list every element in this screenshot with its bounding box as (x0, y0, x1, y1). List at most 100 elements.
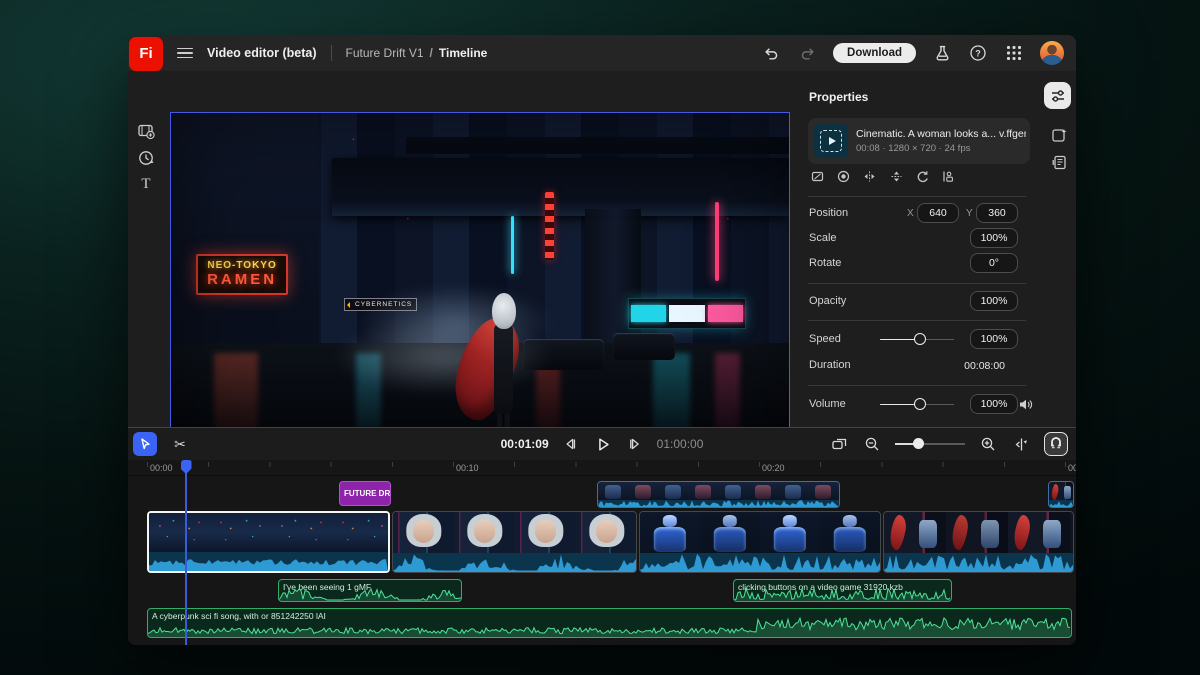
volume-slider-knob[interactable] (914, 398, 926, 410)
help-icon[interactable]: ? (968, 43, 988, 63)
thumbnail-cell (946, 512, 1008, 555)
clip-thumbnails (884, 512, 1073, 555)
step-back-icon[interactable] (561, 434, 581, 454)
waveform (279, 588, 461, 601)
volume-slider[interactable] (880, 394, 954, 414)
zoom-out-icon[interactable] (862, 434, 882, 454)
properties-panel: Properties Cinematic. A woman looks a...… (800, 71, 1038, 427)
video-clip-city[interactable] (147, 511, 390, 573)
thumbnail-cell (778, 482, 808, 502)
ruler-label: 00:20 (762, 463, 785, 473)
zoom-slider-knob[interactable] (913, 438, 924, 449)
speed-slider[interactable] (880, 329, 954, 349)
thumbnail-cell (271, 513, 332, 556)
ruler-ticks (147, 462, 1076, 467)
hamburger-menu-icon[interactable] (177, 48, 193, 59)
speed-slider-knob[interactable] (914, 333, 926, 345)
text-tool-icon[interactable]: T (133, 171, 159, 197)
generative-edit-icon[interactable] (1046, 122, 1072, 148)
flip-horizontal-icon[interactable] (861, 167, 879, 185)
thumbnail-cell (1070, 512, 1073, 555)
playhead[interactable] (185, 460, 187, 645)
breadcrumb-separator: / (430, 46, 433, 60)
position-x-input[interactable]: 640 (917, 203, 959, 223)
thumbnail-cell (149, 513, 210, 556)
y-label: Y (966, 208, 973, 219)
timeline-zoom-slider[interactable] (895, 438, 965, 450)
redo-icon[interactable] (797, 43, 817, 63)
snap-magnet-toggle[interactable] (1044, 432, 1068, 456)
firefly-logo[interactable]: Fi (129, 37, 163, 71)
play-button[interactable] (593, 434, 613, 454)
clip-meta: 00:08 · 1280 × 720 · 24 fps (856, 143, 1026, 154)
volume-input[interactable]: 100% (970, 394, 1018, 414)
scene-vignette (171, 113, 789, 456)
opacity-input[interactable]: 100% (970, 291, 1018, 311)
app-title: Video editor (beta) (207, 46, 317, 60)
beta-flask-icon[interactable] (932, 43, 952, 63)
x-label: X (907, 208, 914, 219)
overlay-video-clip-small[interactable] (1048, 481, 1074, 508)
thumbnail-cell (760, 512, 820, 555)
speed-input[interactable]: 100% (970, 329, 1018, 349)
user-avatar[interactable] (1040, 41, 1064, 65)
rotate-input[interactable]: 0° (970, 253, 1018, 273)
sfx-clip[interactable]: clicking buttons on a video game 31920 k… (733, 579, 952, 602)
thumbnail-cell (393, 512, 454, 555)
rotate-icon[interactable] (914, 167, 932, 185)
apps-grid-icon[interactable] (1004, 43, 1024, 63)
align-layers-icon[interactable] (940, 167, 958, 185)
opacity-label: Opacity (809, 295, 846, 307)
voiceover-clip[interactable]: I've been seeing 1 gMF (278, 579, 462, 602)
select-tool-button[interactable] (133, 432, 157, 456)
duration-value: 00:08:00 (964, 360, 1005, 372)
zoom-in-icon[interactable] (978, 434, 998, 454)
left-tool-rail: T (128, 71, 164, 427)
music-clip[interactable]: A cyberpunk sci fi song, with or 8512422… (147, 608, 1072, 638)
flip-vertical-icon[interactable] (887, 167, 905, 185)
timeline-ruler[interactable]: 00:00 00:10 00:20 00:30 (128, 460, 1076, 476)
undo-icon[interactable] (761, 43, 781, 63)
thumbnail-cell (210, 513, 271, 556)
split-playhead-icon[interactable] (1011, 434, 1031, 454)
notes-panel-icon[interactable] (1046, 149, 1072, 175)
rotate-label: Rotate (809, 257, 841, 269)
download-button[interactable]: Download (833, 43, 916, 63)
video-preview-canvas[interactable]: NEO-TOKYO RAMEN CYBERNETICS (170, 112, 790, 457)
selected-clip-card[interactable]: Cinematic. A woman looks a... v.ffgenvid… (808, 118, 1030, 164)
divider (808, 320, 1026, 321)
main-area: T NEO-TOKYO RAMEN CYBERNETICS (128, 71, 1076, 427)
history-clock-icon[interactable] (133, 145, 159, 171)
breadcrumb-page: Timeline (439, 46, 487, 60)
divider (808, 385, 1026, 386)
speaker-icon[interactable] (1017, 396, 1033, 412)
title-clip[interactable]: FUTURE DRI (339, 481, 391, 506)
scale-input[interactable]: 100% (970, 228, 1018, 248)
properties-tab-active[interactable] (1044, 82, 1071, 109)
thumbnail-cell (748, 482, 778, 502)
position-y-input[interactable]: 360 (976, 203, 1018, 223)
crop-icon[interactable] (808, 167, 826, 185)
video-clip-cape[interactable] (883, 511, 1074, 573)
app-window: Fi Video editor (beta) Future Drift V1 /… (128, 35, 1076, 645)
video-clip-robot[interactable] (639, 511, 881, 573)
ruler-label: 00:00 (150, 463, 173, 473)
video-clip-woman[interactable] (392, 511, 637, 573)
thumbnail-cell (640, 512, 700, 555)
mask-circle-icon[interactable] (834, 167, 852, 185)
breadcrumb-project[interactable]: Future Drift V1 (346, 46, 424, 60)
waveform (640, 553, 880, 572)
cut-tool-icon[interactable]: ✂ (168, 432, 192, 456)
thumbnail-cell (628, 482, 658, 502)
timeline-tracks: FUTURE DRI (128, 476, 1076, 645)
clip-thumbnails (598, 482, 839, 502)
clip-overlap-icon[interactable] (829, 434, 849, 454)
top-bar: Fi Video editor (beta) Future Drift V1 /… (128, 35, 1076, 71)
overlay-video-clip[interactable] (597, 481, 840, 508)
right-tool-rail (1040, 71, 1076, 427)
thumbnail-cell (658, 482, 688, 502)
add-media-icon[interactable] (133, 118, 159, 144)
thumbnail-cell (688, 482, 718, 502)
divider (808, 196, 1026, 197)
step-forward-icon[interactable] (625, 434, 645, 454)
